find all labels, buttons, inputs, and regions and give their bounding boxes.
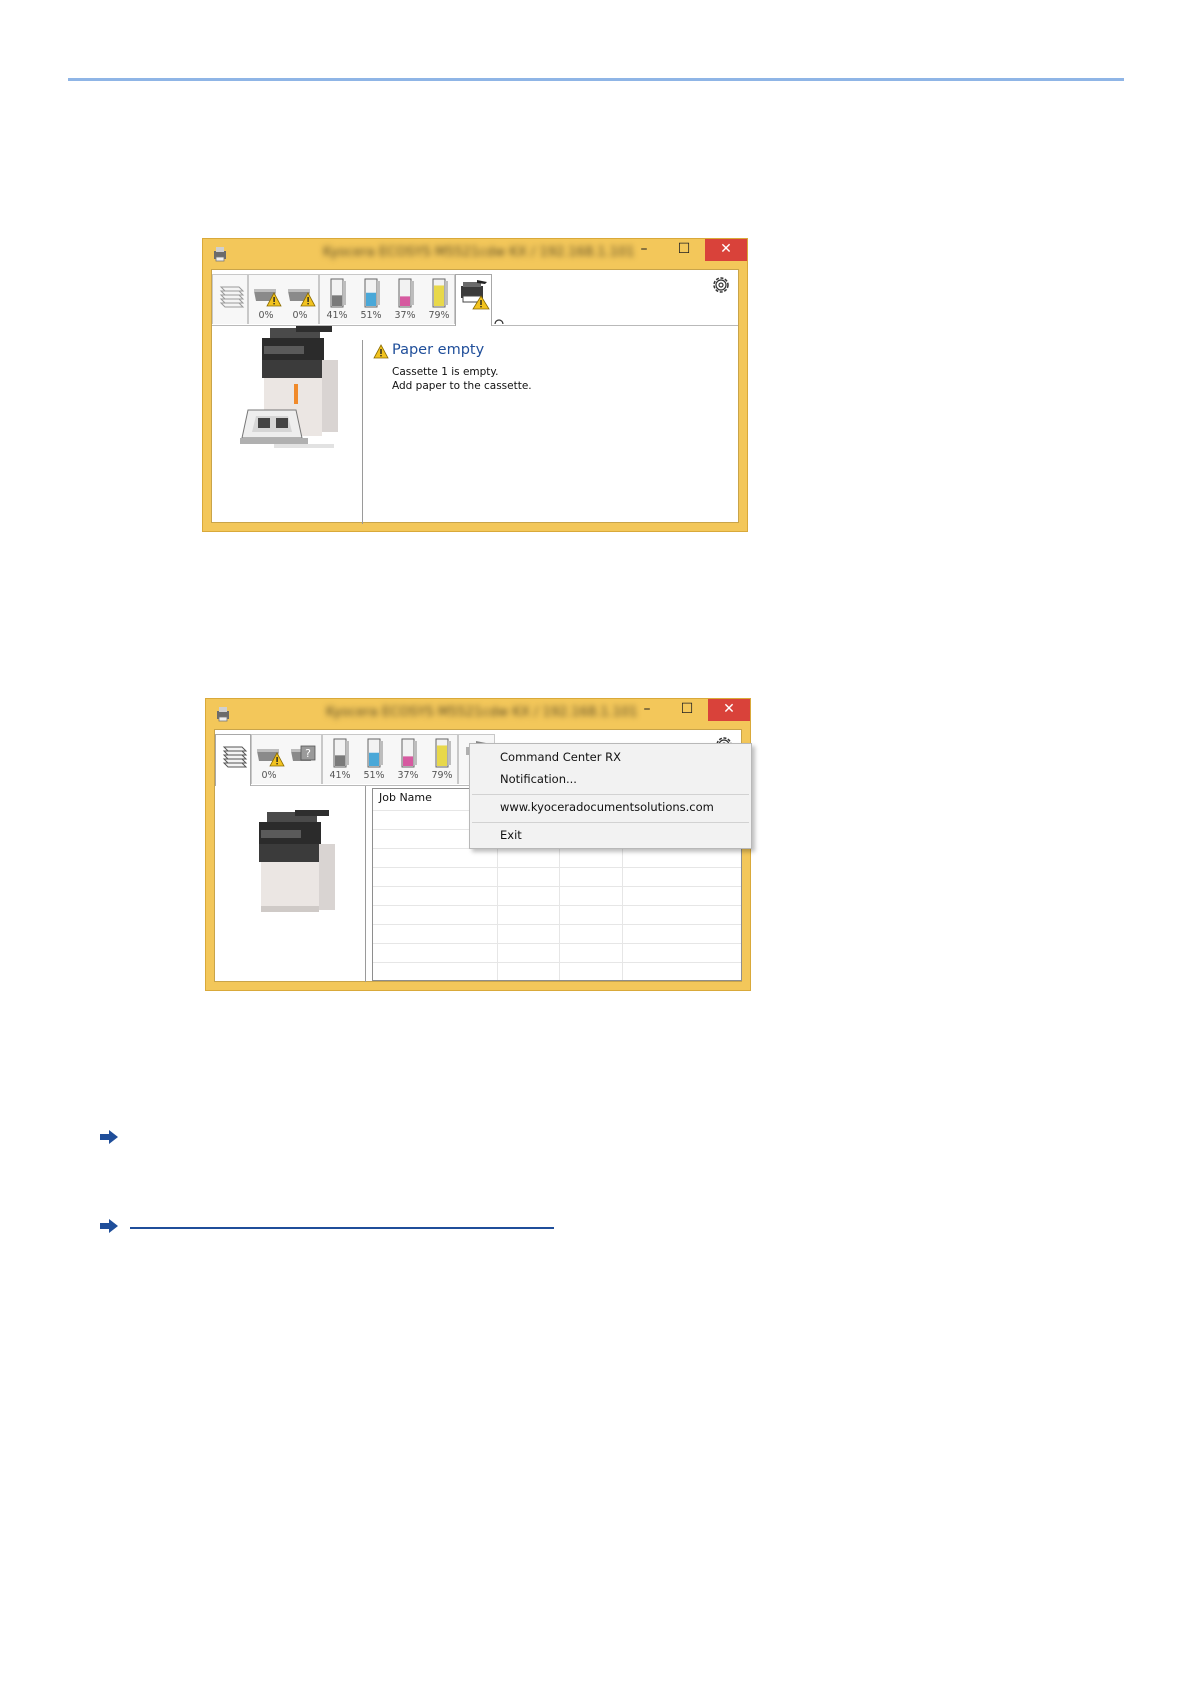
- status-title: Paper empty: [392, 342, 485, 358]
- paper-stack-icon: [222, 746, 248, 768]
- column-header-job-name[interactable]: Job Name: [379, 791, 432, 804]
- tab-device-status[interactable]: [455, 274, 504, 326]
- reference-link-underline[interactable]: [130, 1227, 554, 1229]
- printer-image: [240, 326, 338, 448]
- table-row: [373, 943, 741, 944]
- table-row: [373, 905, 741, 906]
- cassette-warning-icon: [257, 749, 285, 767]
- toner-level-fill: [332, 295, 342, 306]
- menu-item-website[interactable]: www.kyoceradocumentsolutions.com: [500, 800, 714, 814]
- tab-print-jobs[interactable]: [212, 274, 248, 324]
- toner-level: 51%: [360, 310, 382, 321]
- menu-item-notification[interactable]: Notification...: [500, 772, 577, 786]
- tab-strip: 0% 0% 41% 51% 37% 79%: [212, 270, 738, 326]
- toner-cartridge-icon: [435, 738, 451, 768]
- tab-toner[interactable]: 41% 51% 37% 79%: [322, 734, 458, 784]
- tray-level: 0%: [258, 310, 274, 321]
- status-monitor-window-2: Kyocera ECOSYS M5521cdw KX / 192.168.1.1…: [205, 698, 752, 991]
- window-content: 0% 0% 41% 51% 37% 79% Paper empty Casset…: [211, 269, 739, 524]
- device-warning-icon: [461, 280, 490, 310]
- title-bar[interactable]: Kyocera ECOSYS M5521cdw KX / 192.168.1.1…: [206, 699, 750, 727]
- svg-text:?: ?: [305, 747, 311, 760]
- tab-paper[interactable]: 0% 0%: [248, 274, 319, 324]
- title-bar[interactable]: Kyocera ECOSYS M5521cdw KX / 192.168.1.1…: [203, 239, 747, 267]
- cassette-warning-icon: [254, 289, 282, 307]
- toner-cartridge-icon: [401, 738, 417, 768]
- warning-icon: [373, 344, 389, 359]
- toner-cartridge-icon: [333, 738, 349, 768]
- reference-arrow-icon: [100, 1219, 118, 1233]
- table-row: [373, 962, 741, 963]
- minimize-button[interactable]: –: [626, 699, 668, 721]
- close-button[interactable]: ✕: [705, 239, 747, 261]
- toner-level: 37%: [397, 770, 419, 781]
- toner-level: 41%: [329, 770, 351, 781]
- table-row: [373, 867, 741, 868]
- printer-app-icon: [217, 707, 229, 722]
- toner-level-fill: [369, 752, 379, 766]
- toner-level: 37%: [394, 310, 416, 321]
- toner-level-fill: [335, 755, 345, 766]
- tray-level: 0%: [292, 310, 308, 321]
- toner-level: 51%: [363, 770, 385, 781]
- toner-level-fill: [403, 756, 413, 766]
- toner-level-fill: [400, 296, 410, 306]
- cassette-warning-icon: [288, 289, 316, 307]
- header-rule: [68, 78, 1124, 81]
- toner-level: 41%: [326, 310, 348, 321]
- toner-cartridge-icon: [432, 278, 448, 308]
- reference-arrow-icon: [100, 1130, 118, 1144]
- toner-level: 79%: [428, 310, 450, 321]
- status-message: Cassette 1 is empty.: [392, 366, 499, 378]
- printer-app-icon: [214, 247, 226, 262]
- tab-toner[interactable]: 41% 51% 37% 79%: [319, 274, 455, 324]
- menu-item-exit[interactable]: Exit: [500, 828, 522, 842]
- table-row: [373, 886, 741, 887]
- menu-separator: [472, 822, 749, 823]
- close-button[interactable]: ✕: [708, 699, 750, 721]
- window-title: Kyocera ECOSYS M5521cdw KX / 192.168.1.1…: [323, 245, 635, 260]
- printer-image: [259, 810, 335, 912]
- toner-cartridge-icon: [330, 278, 346, 308]
- toner-cartridge-icon: [364, 278, 380, 308]
- panel-divider: [362, 340, 363, 524]
- toner-level-fill: [434, 285, 444, 306]
- minimize-button[interactable]: –: [623, 239, 665, 261]
- table-row: [373, 924, 741, 925]
- toner-cartridge-icon: [398, 278, 414, 308]
- small-indicator-icon: [494, 319, 504, 325]
- window-title: Kyocera ECOSYS M5521cdw KX / 192.168.1.1…: [326, 705, 638, 720]
- tray-level: 0%: [261, 770, 277, 781]
- menu-separator: [472, 794, 749, 795]
- menu-item-command-center[interactable]: Command Center RX: [500, 750, 621, 764]
- maximize-button[interactable]: ☐: [663, 239, 705, 261]
- status-monitor-window-1: Kyocera ECOSYS M5521cdw KX / 192.168.1.1…: [202, 238, 748, 532]
- tab-paper[interactable]: ? 0%: [251, 734, 322, 784]
- gear-icon[interactable]: [710, 274, 732, 296]
- toner-cartridge-icon: [367, 738, 383, 768]
- panel-divider: [365, 786, 366, 982]
- toner-level: 79%: [431, 770, 453, 781]
- context-menu: Command Center RX Notification... www.ky…: [469, 743, 752, 849]
- toner-level-fill: [437, 745, 447, 766]
- toner-level-fill: [366, 292, 376, 306]
- tab-print-jobs[interactable]: [215, 734, 251, 786]
- maximize-button[interactable]: ☐: [666, 699, 708, 721]
- cassette-unknown-icon: ?: [291, 745, 316, 761]
- status-message: Add paper to the cassette.: [392, 380, 532, 392]
- paper-stack-icon: [219, 286, 245, 308]
